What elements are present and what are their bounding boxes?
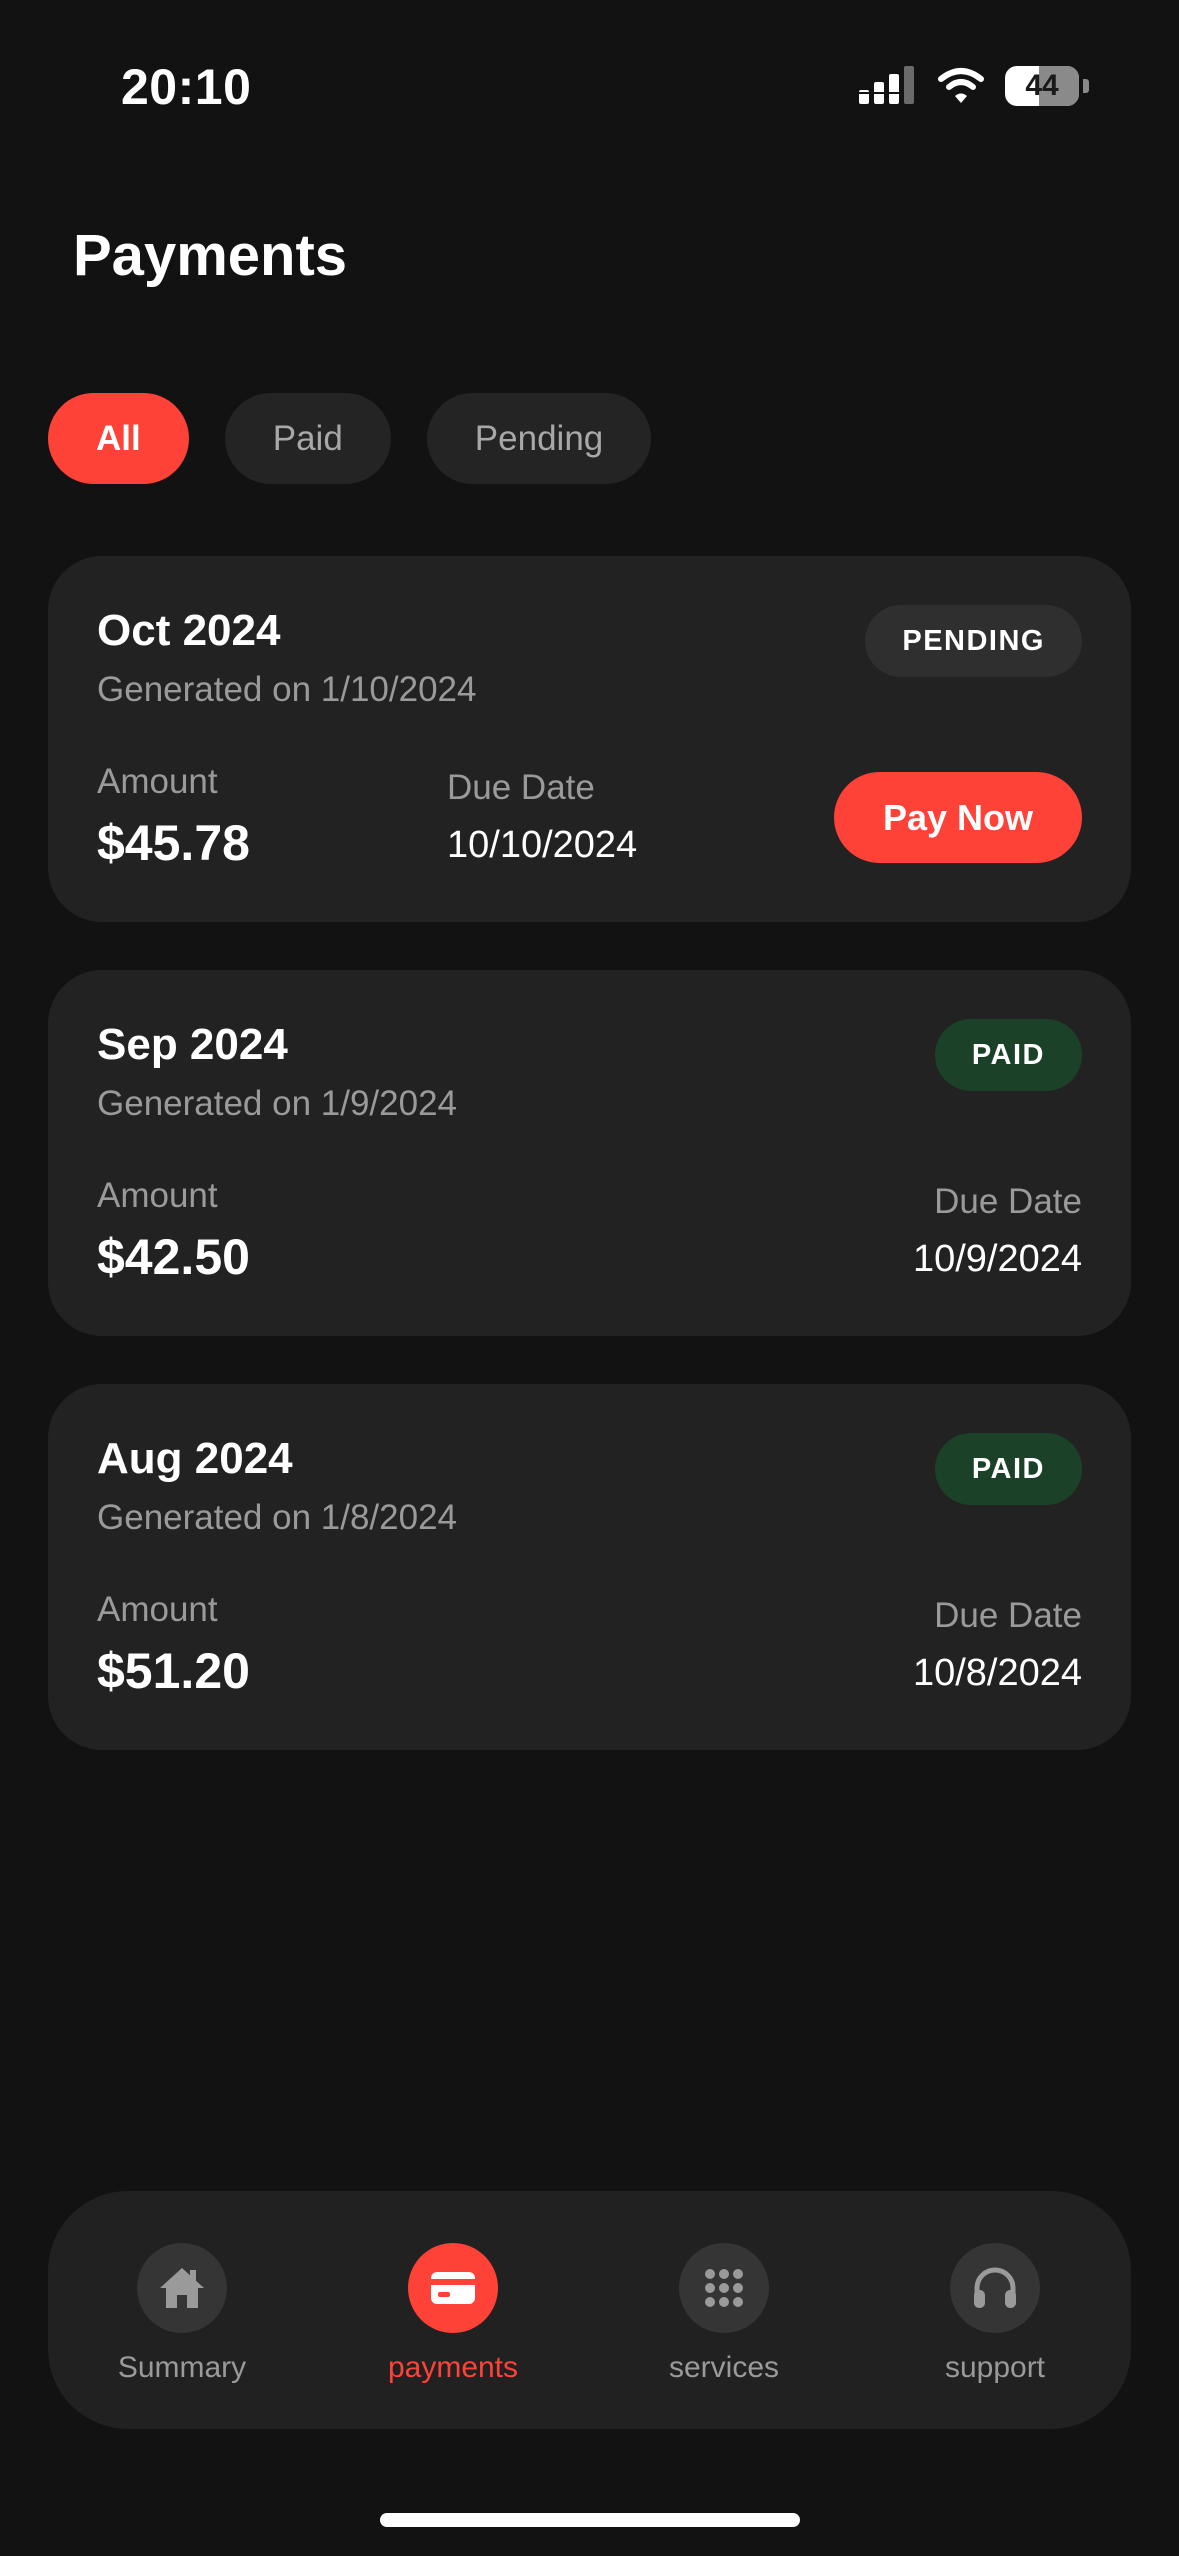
payment-month: Oct 2024 <box>97 606 281 655</box>
cellular-signal-icon <box>859 66 914 104</box>
nav-item-services[interactable]: services <box>624 2243 824 2385</box>
nav-item-summary[interactable]: Summary <box>82 2243 282 2385</box>
due-date-label: Due Date <box>934 1182 1082 1221</box>
payment-month: Aug 2024 <box>97 1434 293 1483</box>
grid-icon <box>679 2243 769 2333</box>
amount-label: Amount <box>97 1176 218 1215</box>
nav-item-support[interactable]: support <box>895 2243 1095 2385</box>
pay-now-button[interactable]: Pay Now <box>834 772 1082 863</box>
payment-generated-date: Generated on 1/9/2024 <box>97 1084 458 1123</box>
nav-item-payments[interactable]: payments <box>353 2243 553 2385</box>
battery-level: 44 <box>1025 69 1059 102</box>
credit-card-icon <box>408 2243 498 2333</box>
due-date-label: Due Date <box>934 1596 1082 1635</box>
home-icon <box>137 2243 227 2333</box>
home-indicator[interactable] <box>380 2513 800 2527</box>
page-title: Payments <box>73 223 348 288</box>
status-bar: 20:10 44 <box>0 0 1179 170</box>
payment-card[interactable]: Aug 2024 Generated on 1/8/2024 PAID Amou… <box>48 1384 1131 1750</box>
status-badge: PENDING <box>865 605 1082 677</box>
status-badge: PAID <box>934 1019 1082 1091</box>
filter-chips: All Paid Pending <box>48 393 652 484</box>
filter-paid[interactable]: Paid <box>224 393 391 484</box>
due-date-value: 10/8/2024 <box>912 1652 1082 1694</box>
due-date-value: 10/10/2024 <box>447 824 638 866</box>
status-badge: PAID <box>934 1433 1082 1505</box>
amount-label: Amount <box>97 1590 218 1629</box>
payment-card[interactable]: Oct 2024 Generated on 1/10/2024 PENDING … <box>48 556 1131 922</box>
wifi-icon <box>938 68 984 103</box>
status-icons: 44 <box>859 64 1089 108</box>
payment-card[interactable]: Sep 2024 Generated on 1/9/2024 PAID Amou… <box>48 970 1131 1336</box>
due-date-value: 10/9/2024 <box>912 1238 1082 1280</box>
nav-label: Summary <box>117 2351 247 2384</box>
nav-label: support <box>944 2351 1046 2384</box>
battery-cap <box>1083 79 1089 93</box>
amount-label: Amount <box>97 762 218 801</box>
payment-generated-date: Generated on 1/10/2024 <box>97 670 477 709</box>
filter-all[interactable]: All <box>48 393 189 484</box>
nav-label: payments <box>387 2351 519 2384</box>
filter-pending[interactable]: Pending <box>426 393 652 484</box>
battery-icon: 44 <box>1005 66 1079 106</box>
due-date-label: Due Date <box>447 768 595 807</box>
payment-month: Sep 2024 <box>97 1020 288 1069</box>
amount-value: $42.50 <box>97 1229 250 1285</box>
payment-generated-date: Generated on 1/8/2024 <box>97 1498 458 1537</box>
headphones-icon <box>950 2243 1040 2333</box>
nav-label: services <box>668 2351 780 2384</box>
status-time: 20:10 <box>121 59 252 115</box>
amount-value: $51.20 <box>97 1643 250 1699</box>
bottom-nav: Summary payments services support <box>48 2191 1131 2429</box>
amount-value: $45.78 <box>97 815 250 871</box>
